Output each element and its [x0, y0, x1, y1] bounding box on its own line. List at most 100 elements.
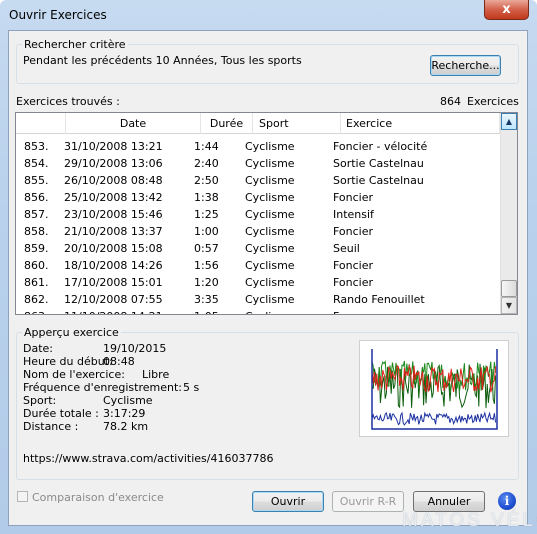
- preview-sport-value: Cyclisme: [103, 394, 153, 407]
- column-header-exercise-label: Exercice: [346, 117, 393, 130]
- results-count: 864: [440, 95, 461, 108]
- column-header-number[interactable]: [16, 113, 66, 134]
- row-date: 17/10/2008 15:01: [64, 276, 163, 289]
- table-row[interactable]: 855. 26/10/2008 08:48 2:50 Cyclisme Sortie C…: [16, 172, 500, 189]
- title-bar[interactable]: Ouvrir Exercices x: [0, 0, 537, 30]
- preview-graph-lines: [371, 349, 498, 430]
- row-sport: Cyclisme: [245, 225, 295, 238]
- preview-thumbnail: [359, 340, 509, 437]
- row-exercise: Foncier: [333, 259, 374, 272]
- open-rr-button[interactable]: Ouvrir R-R: [332, 491, 404, 512]
- preview-total-value: 3:17:29: [103, 407, 146, 420]
- row-sport: Cyclisme: [245, 191, 295, 204]
- row-exercise: F: [333, 308, 339, 314]
- row-date: 31/10/2008 13:21: [64, 140, 163, 153]
- row-number: 861.: [24, 276, 49, 289]
- preview-distance-label: Distance :: [23, 420, 79, 433]
- preview-distance-value: 78.2 km: [103, 420, 149, 433]
- row-sport: Cyclisme: [245, 140, 295, 153]
- column-header-duration[interactable]: Durée: [201, 113, 253, 134]
- table-row[interactable]: 860. 18/10/2008 14:26 1:56 Cyclisme Foncier: [16, 257, 500, 274]
- row-number: 854.: [24, 157, 49, 170]
- row-date: 29/10/2008 13:06: [64, 157, 163, 170]
- preview-name-value: Libre: [142, 368, 170, 381]
- column-header-date-label: Date: [119, 117, 147, 130]
- column-header-sport-label: Sport: [259, 117, 289, 130]
- row-duration: 1:20: [194, 276, 219, 289]
- row-date: 23/10/2008 15:46: [64, 208, 163, 221]
- column-header-sport[interactable]: Sport: [253, 113, 341, 134]
- scroll-down-button[interactable]: ▼: [501, 297, 517, 314]
- row-exercise: Rando Fenouillet: [333, 293, 425, 306]
- compare-checkbox[interactable]: [17, 491, 28, 502]
- row-number: 860.: [24, 259, 49, 272]
- row-number: 857.: [24, 208, 49, 221]
- row-exercise: Foncier - vélocité: [333, 140, 428, 153]
- cancel-button[interactable]: Annuler: [413, 491, 485, 512]
- results-count-unit: Exercices: [467, 95, 519, 108]
- row-duration: 1:05: [194, 308, 219, 314]
- dialog-window: Ouvrir Exercices x Rechercher critère Pe…: [0, 0, 537, 534]
- table-row[interactable]: 862. 12/10/2008 07:55 3:35 Cyclisme Rando Fe…: [16, 291, 500, 308]
- column-header-exercise[interactable]: Exercice: [341, 113, 500, 134]
- row-date: 21/10/2008 13:37: [64, 225, 163, 238]
- table-row[interactable]: 858. 21/10/2008 13:37 1:00 Cyclisme Foncier: [16, 223, 500, 240]
- search-criteria-text: Pendant les précédents 10 Années, Tous l…: [23, 54, 302, 67]
- row-sport: Cyclisme: [245, 242, 295, 255]
- table-row[interactable]: 853. 31/10/2008 13:21 1:44 Cyclisme Foncier …: [16, 138, 500, 155]
- row-duration: 3:35: [194, 293, 219, 306]
- row-exercise: Foncier: [333, 191, 374, 204]
- row-date: 11/10/2008 14:21: [64, 308, 163, 314]
- row-sport: Cyclisme: [245, 174, 295, 187]
- row-exercise: Sortie Castelnau: [333, 157, 424, 170]
- window-title: Ouvrir Exercices: [9, 8, 107, 22]
- preview-start-value: 08:48: [103, 355, 135, 368]
- info-icon[interactable]: i: [498, 492, 516, 510]
- row-date: 18/10/2008 14:26: [64, 259, 163, 272]
- scroll-up-button[interactable]: ▲: [501, 113, 517, 130]
- row-duration: 1:56: [194, 259, 219, 272]
- table-row[interactable]: 861. 17/10/2008 15:01 1:20 Cyclisme Foncier: [16, 274, 500, 291]
- row-number: 863.: [24, 308, 49, 314]
- table-row[interactable]: 854. 29/10/2008 13:06 2:40 Cyclisme Sortie C…: [16, 155, 500, 172]
- compare-label: Comparaison d'exercice: [32, 491, 164, 504]
- row-date: 25/10/2008 13:42: [64, 191, 163, 204]
- column-header-duration-label: Durée: [209, 117, 244, 130]
- graph-trace-blue: [371, 411, 497, 426]
- row-duration: 2:40: [194, 157, 219, 170]
- row-duration: 1:44: [194, 140, 219, 153]
- row-date: 26/10/2008 08:48: [64, 174, 163, 187]
- watermark: MATOS VÉLO: [402, 510, 537, 531]
- row-number: 853.: [24, 140, 49, 153]
- preview-graph: [371, 349, 498, 430]
- table-row[interactable]: 859. 20/10/2008 15:08 0:57 Cyclisme Seuil: [16, 240, 500, 257]
- row-exercise: Foncier: [333, 225, 374, 238]
- row-number: 856.: [24, 191, 49, 204]
- preview-date-value: 19/10/2015: [103, 342, 167, 355]
- scroll-thumb[interactable]: [501, 280, 517, 297]
- table-row[interactable]: 856. 25/10/2008 13:42 1:38 Cyclisme Foncier: [16, 189, 500, 206]
- row-exercise: Intensif: [333, 208, 374, 221]
- row-sport: Cyclisme: [245, 157, 295, 170]
- open-button[interactable]: Ouvrir: [252, 491, 324, 512]
- preview-sport-label: Sport:: [23, 394, 57, 407]
- row-sport: Cyclisme: [245, 308, 295, 314]
- exercise-list[interactable]: Date Durée Sport Exercice 853. 31/10/2008…: [15, 112, 518, 315]
- list-scrollbar[interactable]: ▲ ▼: [500, 113, 517, 314]
- preview-freq-label: Fréquence d'enregistrement:: [23, 381, 182, 394]
- row-number: 858.: [24, 225, 49, 238]
- row-sport: Cyclisme: [245, 208, 295, 221]
- search-button[interactable]: Recherche...: [430, 55, 501, 76]
- results-label: Exercices trouvés :: [16, 95, 120, 108]
- search-criteria-label: Rechercher critère: [22, 38, 128, 51]
- row-sport: Cyclisme: [245, 293, 295, 306]
- preview-date-label: Date:: [23, 342, 53, 355]
- row-sport: Cyclisme: [245, 276, 295, 289]
- close-button[interactable]: x: [484, 0, 529, 20]
- row-duration: 1:38: [194, 191, 219, 204]
- row-number: 855.: [24, 174, 49, 187]
- table-row[interactable]: 857. 23/10/2008 15:46 1:25 Cyclisme Intensif: [16, 206, 500, 223]
- row-duration: 0:57: [194, 242, 219, 255]
- table-row[interactable]: 863. 11/10/2008 14:21 1:05 Cyclisme F: [16, 308, 500, 314]
- column-header-date[interactable]: Date: [66, 113, 201, 134]
